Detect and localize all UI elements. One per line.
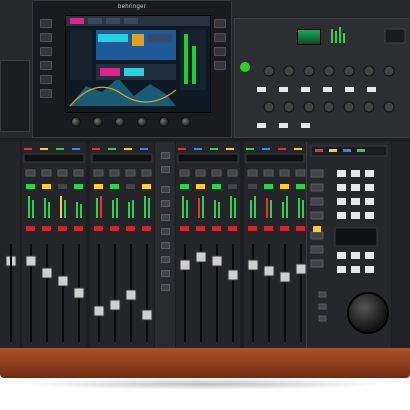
- channel-processing-controls: [240, 27, 406, 128]
- layer-select-column: [155, 142, 175, 348]
- screen-encoder-5[interactable]: [159, 117, 169, 127]
- mixing-console: behringer: [0, 0, 410, 378]
- brand-logo: behringer: [117, 4, 147, 10]
- screen-encoder-2[interactable]: [93, 117, 103, 127]
- screen-encoder-1[interactable]: [71, 117, 81, 127]
- layer-button-7[interactable]: [161, 242, 170, 249]
- touchscreen[interactable]: [65, 15, 211, 113]
- main-screen-bay: behringer: [32, 0, 232, 138]
- layer-button-8[interactable]: [161, 256, 170, 263]
- screen-encoder-4[interactable]: [137, 117, 147, 127]
- select-led-icon: [240, 62, 250, 72]
- layer-button-3[interactable]: [161, 186, 170, 193]
- screen-left-button-5[interactable]: [40, 75, 52, 84]
- touchscreen-graphics: [66, 16, 210, 107]
- layer-button-10[interactable]: [161, 284, 170, 291]
- screen-left-button-3[interactable]: [40, 47, 52, 56]
- screen-encoder-6[interactable]: [181, 117, 191, 127]
- layer-button-6[interactable]: [161, 228, 170, 235]
- left-aux-panel: [0, 60, 30, 132]
- layer-button-1[interactable]: [161, 152, 170, 159]
- channel-processing-panel: [234, 18, 410, 138]
- layer-button-4[interactable]: [161, 200, 170, 207]
- screen-left-button-2[interactable]: [40, 33, 52, 42]
- layer-button-5[interactable]: [161, 214, 170, 221]
- screen-left-button-1[interactable]: [40, 19, 52, 28]
- wooden-side-trim: [0, 348, 410, 378]
- screen-right-button-4[interactable]: [214, 61, 226, 70]
- screen-right-button-3[interactable]: [214, 47, 226, 56]
- screen-left-button-6[interactable]: [40, 89, 52, 98]
- layer-button-2[interactable]: [161, 166, 170, 173]
- top-panel: behringer: [0, 0, 410, 138]
- screen-right-button-1[interactable]: [214, 19, 226, 28]
- screen-right-button-2[interactable]: [214, 33, 226, 42]
- console-shadow: [20, 378, 390, 390]
- assign-control-section: [306, 142, 391, 348]
- right-edge-panel: [392, 142, 410, 348]
- jog-wheel-icon[interactable]: [347, 292, 389, 334]
- layer-button-9[interactable]: [161, 270, 170, 277]
- screen-left-button-4[interactable]: [40, 61, 52, 70]
- screen-encoder-3[interactable]: [115, 117, 125, 127]
